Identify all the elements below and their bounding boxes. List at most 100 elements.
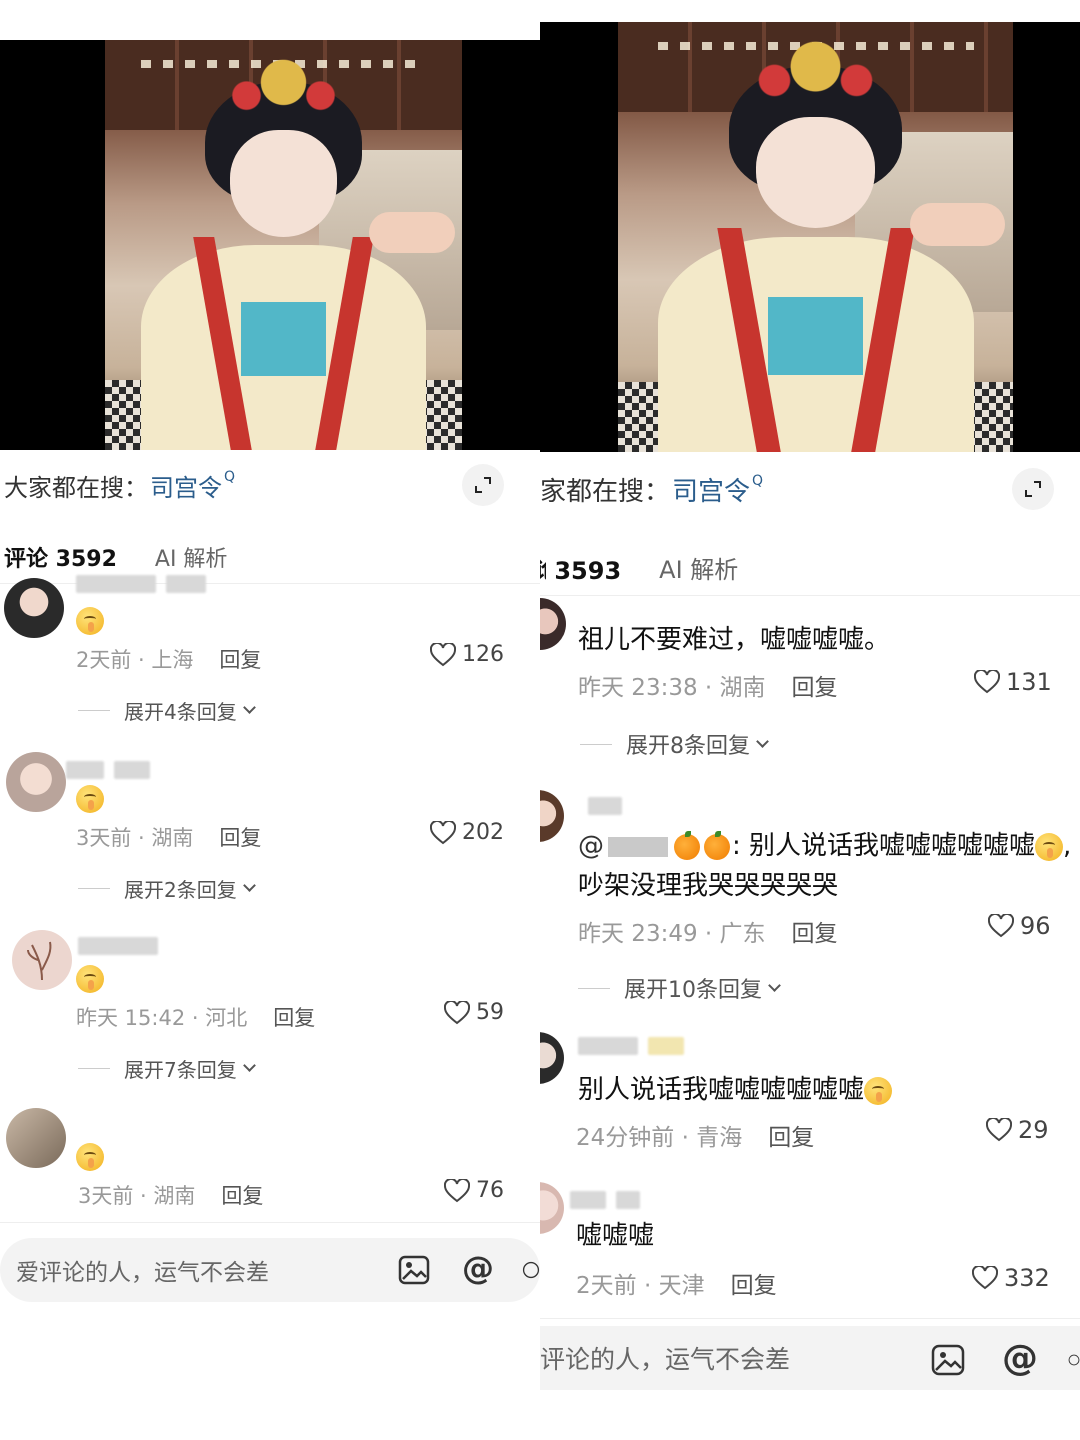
search-suggestion[interactable]: 大家都在搜： 司宫令 Q [0,462,540,508]
tab-comments[interactable]: 论 3593 [540,550,621,585]
shushing-emoji-icon [76,1143,104,1171]
expand-replies-label: 展开8条回复 [626,734,750,759]
comment-time-location: 3天前 · 湖南 [78,1184,196,1208]
expand-replies[interactable]: 展开7条回复 [78,1054,256,1083]
comment-item: 祖儿不要难过，嘘嘘嘘嘘。 昨天 23:38 · 湖南 回复 131 展开8条回复 [540,598,1080,768]
comment-tabs: 论 3593 AI 解析 [540,540,1080,596]
comment-item: 昨天 15:42 · 河北 回复 59 展开7条回复 [0,930,540,1090]
tab-ai-analysis[interactable]: AI 解析 [659,550,738,585]
expand-replies[interactable]: 展开2条回复 [78,874,256,903]
comment-meta: 3天前 · 湖南 回复 [76,822,261,852]
expand-icon[interactable] [1012,468,1054,510]
reply-button[interactable]: 回复 [221,1184,263,1208]
comment-text [76,600,104,640]
emoji-icon[interactable] [522,1250,540,1290]
search-term-link[interactable]: 司宫令 [150,468,222,503]
chevron-down-icon [756,734,769,748]
username[interactable] [76,574,216,594]
search-prefix: 家都在搜： [540,476,671,507]
costume-photo [618,22,1013,452]
comment-text [76,1136,104,1176]
avatar[interactable] [12,930,72,990]
avatar[interactable] [540,1032,564,1084]
reply-button[interactable]: 回复 [273,1006,315,1030]
comment-item: 别人说话我嘘嘘嘘嘘嘘嘘 24分钟前 · 青海 回复 29 [540,1032,1080,1162]
screenshot-left: 大家都在搜： 司宫令 Q 评论 3592 AI 解析 2天前 · 上海 回复 12… [0,0,540,1440]
heart-icon [974,670,1000,694]
comment-item: 3天前 · 湖南 回复 202 展开2条回复 [0,752,540,912]
image-icon[interactable] [394,1250,434,1290]
heart-icon [444,1178,470,1202]
username[interactable] [588,796,632,816]
avatar[interactable] [6,1108,66,1168]
video-frame[interactable] [0,40,540,450]
comment-meta: 2天前 · 上海 回复 [76,644,261,674]
heart-icon [986,1118,1012,1142]
username[interactable] [66,760,160,780]
reply-button[interactable]: 回复 [792,675,838,701]
chevron-down-icon [242,701,256,714]
search-suggestion[interactable]: 家都在搜： 司宫令 Q [540,466,1080,512]
comment-text-line: : 别人说话我嘘嘘嘘嘘嘘嘘 [732,831,1036,861]
expand-icon[interactable] [462,464,504,506]
reply-button[interactable]: 回复 [731,1273,777,1299]
like-button[interactable]: 76 [444,1178,504,1203]
comment-text: @: 别人说话我嘘嘘嘘嘘嘘嘘, [578,830,1072,861]
like-count: 96 [1020,912,1051,940]
username[interactable] [570,1190,650,1210]
like-button[interactable]: 29 [986,1116,1049,1144]
video-frame[interactable] [540,22,1080,452]
like-button[interactable]: 96 [988,912,1051,940]
search-term-link[interactable]: 司宫令 [672,471,750,508]
reply-button[interactable]: 回复 [792,921,838,947]
shushing-emoji-icon [864,1076,893,1105]
username[interactable] [78,936,168,956]
at-icon[interactable]: @ [1000,1338,1040,1379]
comment-meta: 2天前 · 天津 回复 [576,1266,777,1300]
image-icon[interactable] [928,1340,968,1380]
chevron-down-icon [242,879,256,892]
comment-text [76,778,104,818]
at-icon[interactable]: @ [458,1248,498,1288]
like-button[interactable]: 332 [972,1264,1050,1292]
avatar[interactable] [540,1182,564,1234]
emoji-icon[interactable] [1068,1340,1080,1380]
avatar[interactable] [4,578,64,638]
avatar[interactable] [6,752,66,812]
comment-time-location: 24分钟前 · 青海 [576,1125,743,1151]
comment-text: 祖儿不要难过，嘘嘘嘘嘘。 [578,625,891,655]
comment-input[interactable]: 评论的人，运气不会差 [540,1326,1080,1390]
like-count: 126 [462,642,504,667]
comment-time-location: 3天前 · 湖南 [76,826,194,850]
username[interactable] [578,1036,694,1056]
comment-item: 嘘嘘嘘 2天前 · 天津 回复 332 [540,1182,1080,1312]
orange-emoji-icon [704,830,730,860]
like-count: 76 [476,1178,504,1203]
like-count: 59 [476,1000,504,1025]
expand-replies[interactable]: 展开10条回复 [578,972,781,1004]
comment-item: 2天前 · 上海 回复 126 展开4条回复 [0,575,540,734]
heart-icon [430,642,456,666]
comment-meta: 昨天 23:49 · 广东 回复 [578,914,838,948]
shushing-emoji-icon [76,607,104,635]
expand-replies[interactable]: 展开4条回复 [78,696,256,725]
like-button[interactable]: 59 [444,1000,504,1025]
shushing-emoji-icon [1035,832,1064,861]
tab-ai-analysis[interactable]: AI 解析 [155,541,228,573]
expand-replies[interactable]: 展开8条回复 [580,728,769,760]
reply-button[interactable]: 回复 [768,1125,814,1151]
expand-replies-label: 展开4条回复 [124,700,237,724]
search-icon: Q [752,473,764,489]
like-count: 202 [462,820,504,845]
reply-button[interactable]: 回复 [219,648,261,672]
tab-comments[interactable]: 评论 3592 [4,541,117,573]
reply-button[interactable]: 回复 [219,826,261,850]
like-button[interactable]: 131 [974,668,1052,696]
comment-text [76,958,104,998]
expand-replies-label: 展开2条回复 [124,878,237,902]
comment-text: 别人说话我嘘嘘嘘嘘嘘嘘 [578,1070,893,1110]
avatar[interactable] [540,598,566,650]
like-button[interactable]: 202 [430,820,504,845]
like-button[interactable]: 126 [430,642,504,667]
avatar[interactable] [540,790,564,842]
